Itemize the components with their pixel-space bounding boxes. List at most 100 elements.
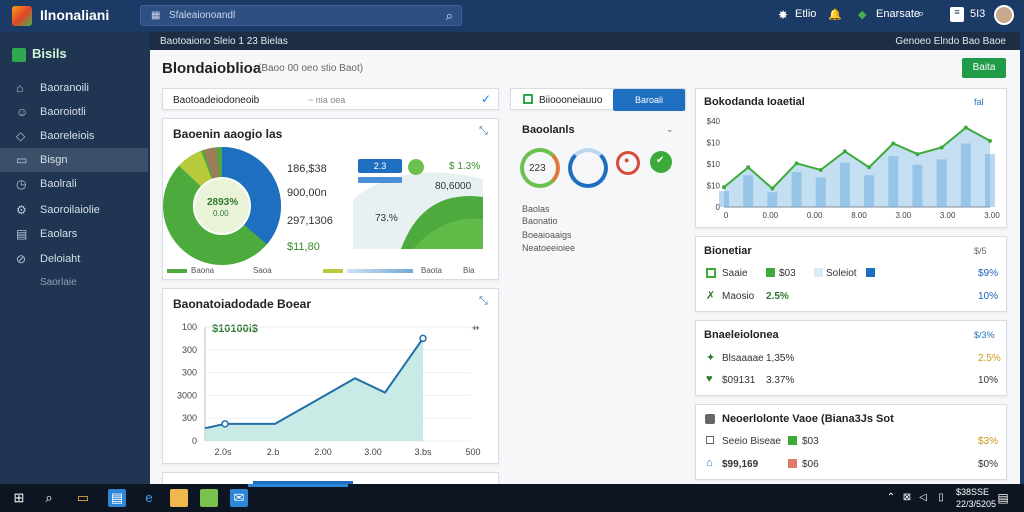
x-tick-label: 3.00 — [364, 447, 382, 457]
list-card-1: Bionetiar $/5 Saaie $03 Soleiot $9% ✗ Ma… — [695, 236, 1007, 312]
stat-1: 186,$38 — [287, 163, 327, 175]
taskbar-time[interactable]: $38SSE — [956, 487, 989, 497]
line-point — [794, 161, 799, 166]
apps-icon[interactable]: ◆ — [858, 8, 866, 21]
search-input[interactable]: ▦ Sfaleaionoandl ⌕ — [140, 5, 462, 26]
sidebar-item-label: Saorlaie — [40, 277, 77, 288]
sidebar-item-1[interactable]: ☺ Baoroiotli — [0, 100, 148, 124]
search-icon[interactable]: ⌕ — [446, 8, 453, 24]
sidebar-item-7[interactable]: ⊘ Deloiaht — [0, 247, 148, 271]
sidebar-item-label: Saoroilaiolie — [40, 204, 100, 216]
filter-value: ~ nia oea — [308, 95, 346, 105]
line-point — [963, 125, 968, 130]
topbar-link-2[interactable]: Enarsate — [876, 8, 920, 20]
row-2-pct: 10% — [978, 291, 999, 302]
middle-list-3[interactable]: Boeaioaaigs — [522, 230, 572, 240]
sidebar: Bisils ⌂ Baoranoili ☺ Baoroiotli ◇ Baorelei… — [0, 32, 150, 484]
legend-square-light — [814, 268, 823, 277]
sidebar-item-4[interactable]: ◷ Baolrali — [0, 172, 148, 196]
row-1-pct: $9% — [978, 268, 999, 279]
grid-icon: ▦ — [151, 10, 161, 21]
mail-icon[interactable]: ✉ — [230, 489, 248, 507]
middle-list-4[interactable]: Neatoeeioiee — [522, 243, 575, 253]
row-1-val2: Soleiot — [826, 268, 857, 279]
clock-icon: ◷ — [16, 177, 27, 191]
app-logo-icon[interactable] — [12, 6, 32, 26]
scrollbar[interactable] — [1020, 32, 1024, 484]
chevron-down-icon[interactable]: ⌄ — [666, 124, 674, 135]
folder-icon[interactable] — [170, 489, 188, 507]
legend-bar-blue — [347, 269, 413, 273]
area-chart-card: Baonatoiadodade Boear ⤡ $10100i$ ⇸ 100 30… — [162, 288, 499, 464]
line-point — [770, 186, 775, 191]
browser-icon[interactable]: e — [140, 489, 158, 507]
row-2-pct: $0% — [978, 459, 999, 470]
home-icon: ⌂ — [706, 457, 713, 469]
stat-4: $11,80 — [287, 241, 320, 253]
line-point — [988, 138, 992, 143]
row-2-tag: $06 — [802, 459, 819, 470]
battery-icon[interactable]: ▯ — [932, 489, 950, 507]
notification-icon[interactable]: ▤ — [994, 489, 1012, 507]
filter-label: Baotoadeiodoneoib — [173, 95, 260, 106]
sidebar-item-label: Bisgn — [40, 154, 68, 166]
clipboard-icon[interactable]: ≡ — [950, 7, 964, 22]
sidebar-item-2[interactable]: ◇ Baoreleiois — [0, 124, 148, 148]
middle-tab-button[interactable]: Baroali — [613, 89, 685, 111]
breadcrumb[interactable]: Baotoaiono Sleio 1 23 Bielas — [160, 36, 288, 47]
list-icon — [706, 268, 716, 278]
store-icon[interactable]: ▤ — [108, 489, 126, 507]
list-card-3-title: Neoerlolonte Vaoe (Biana3Js Sot — [722, 413, 894, 425]
topbar-search-icon[interactable]: ⌕ — [918, 8, 924, 21]
mini-value-1: 80,6000 — [435, 181, 472, 192]
sidebar-item-5[interactable]: ⚙ Saoroilaiolie — [0, 198, 148, 222]
x-tick-label: 2.00 — [314, 447, 332, 457]
topbar-link-1[interactable]: Etlio — [795, 8, 816, 20]
sidebar-item-label: Baolrali — [40, 178, 77, 190]
y-tick-label: $40 — [707, 117, 721, 126]
heart-icon: ♥ — [706, 373, 713, 385]
primary-action-button[interactable]: Baita — [962, 58, 1006, 78]
line-chart-card: Bokodanda Ioaetial fal $40 $10 $10 $10 0 0 0.0… — [695, 88, 1007, 228]
filter-bar[interactable]: Baotoadeiodoneoib ~ nia oea ✓ — [162, 88, 499, 110]
avatar[interactable] — [994, 5, 1014, 25]
windows-start-icon[interactable]: ⊞ — [10, 489, 28, 507]
mini-value-2: 73.% — [375, 213, 398, 224]
sheet-icon — [523, 94, 533, 104]
middle-tab-label[interactable]: Biioooneiauuo — [539, 95, 602, 106]
folder-icon — [705, 414, 715, 424]
y-tick-label: 300 — [182, 413, 197, 423]
sidebar-item-6[interactable]: ▤ Eaolars — [0, 222, 148, 246]
line-point — [842, 149, 847, 154]
topbar-count: 5I3 — [970, 8, 986, 20]
top-bar: Ilnonaliani ▦ Sfaleaionoandl ⌕ ✸ Etlio 🔔… — [0, 0, 1024, 32]
row-1-label: Saaie — [722, 268, 748, 279]
sidebar-item-0[interactable]: ⌂ Baoranoili — [0, 76, 148, 100]
area-point — [221, 420, 229, 428]
list-card-2-corner: $/3% — [974, 330, 995, 340]
app-icon[interactable] — [200, 489, 218, 507]
sidebar-item-8[interactable]: Saorlaie — [0, 271, 148, 295]
search-icon[interactable]: ⌕ — [40, 489, 58, 507]
x-tick-label: 2.0s — [214, 447, 232, 457]
puzzle-icon[interactable]: ✸ — [778, 8, 788, 22]
legend-3: Baota — [421, 266, 442, 275]
check-icon[interactable]: ✓ — [481, 92, 491, 106]
donut-center-value: 2893% — [207, 197, 239, 208]
taskbar-date[interactable]: 22/3/5205 — [956, 499, 996, 509]
volume-icon[interactable]: ◁ — [914, 489, 932, 507]
list-card-2-title: Bnaeleiolonea — [704, 329, 779, 341]
sidebar-item-label: Baoranoili — [40, 82, 89, 94]
user-icon: ☺ — [16, 105, 29, 119]
middle-tabbar: Biioooneiauuo Baroali — [510, 88, 686, 111]
task-view-icon[interactable]: ▭ — [74, 489, 92, 507]
list-card-3: Neoerlolonte Vaoe (Biana3Js Sot Seeio Bi… — [695, 404, 1007, 480]
row-2-tag: 2.5% — [766, 291, 789, 302]
legend-square-green — [766, 268, 775, 277]
bell-icon[interactable]: 🔔 — [828, 8, 842, 21]
middle-list-2[interactable]: Baonatio — [522, 216, 558, 226]
middle-list-1[interactable]: Baolas — [522, 204, 550, 214]
subbar-right[interactable]: Genoeo Elndo Bao Baoe — [895, 36, 1006, 47]
sidebar-item-3[interactable]: ▭ Bisgn — [0, 148, 148, 172]
calendar-icon: ▤ — [16, 227, 28, 241]
